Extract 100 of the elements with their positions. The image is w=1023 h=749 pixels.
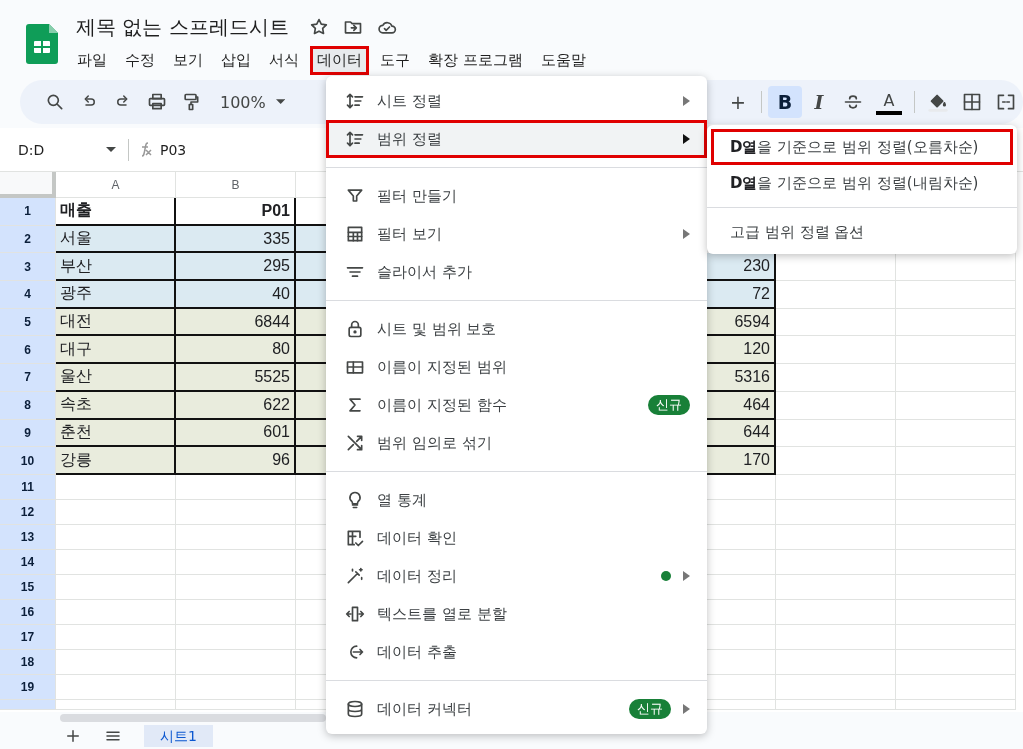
header-cell: 매출 bbox=[56, 198, 176, 226]
table-cell: 5525 bbox=[176, 364, 296, 392]
row-header[interactable]: 10 bbox=[0, 447, 56, 475]
sheet-tab[interactable]: 시트1 bbox=[144, 724, 213, 747]
row-header[interactable]: 13 bbox=[0, 524, 56, 550]
new-badge: 신규 bbox=[648, 395, 690, 415]
menu-item[interactable]: 고급 범위 정렬 옵션 bbox=[711, 214, 1013, 250]
document-title[interactable]: 제목 없는 스프레드시트 bbox=[76, 13, 289, 41]
table-cell: 72 bbox=[707, 281, 776, 309]
zoom-dropdown[interactable]: 100% bbox=[212, 86, 294, 118]
table-cell: 601 bbox=[176, 419, 296, 448]
wand-icon bbox=[345, 566, 365, 586]
row-header[interactable]: 16 bbox=[0, 599, 56, 625]
menu-item[interactable]: 데이터 추출 bbox=[326, 633, 707, 671]
menu-item[interactable]: 도구 bbox=[373, 46, 417, 75]
row-header[interactable]: 9 bbox=[0, 419, 56, 448]
table-cell: 464 bbox=[707, 391, 776, 420]
row-header[interactable]: 8 bbox=[0, 391, 56, 420]
table-cell: 6844 bbox=[176, 308, 296, 337]
table-cell: 대전 bbox=[56, 308, 176, 337]
row-header[interactable]: 3 bbox=[0, 253, 56, 282]
function-icon bbox=[141, 142, 152, 157]
menu-item[interactable]: 파일 bbox=[70, 46, 114, 75]
formula-text[interactable]: P03 bbox=[160, 141, 187, 158]
caret-icon bbox=[106, 146, 116, 153]
menu-item[interactable]: 이름이 지정된 범위 bbox=[326, 348, 707, 386]
menu-item[interactable]: 데이터 정리 bbox=[326, 557, 707, 595]
menu-item[interactable]: D열을 기준으로 범위 정렬(내림차순) bbox=[711, 165, 1013, 201]
row-header[interactable]: 11 bbox=[0, 474, 56, 500]
menu-item[interactable]: 슬라이서 추가 bbox=[326, 253, 707, 291]
row-header[interactable]: 14 bbox=[0, 549, 56, 575]
menu-item[interactable]: D열을 기준으로 범위 정렬(오름차순) bbox=[711, 129, 1013, 165]
checklist-icon bbox=[345, 528, 365, 548]
print-icon bbox=[147, 92, 167, 112]
table-cell: 강릉 bbox=[56, 447, 176, 475]
header-cell: P01 bbox=[176, 198, 296, 226]
table-cell: 40 bbox=[176, 281, 296, 309]
menu-item[interactable]: 범위 임의로 섞기 bbox=[326, 424, 707, 462]
sort-icon bbox=[345, 129, 365, 149]
italic-button[interactable]: I bbox=[802, 86, 836, 118]
shuffle-icon bbox=[345, 433, 365, 453]
table-cell: 644 bbox=[707, 419, 776, 448]
menu-item[interactable]: 서식 bbox=[262, 46, 306, 75]
row-header[interactable]: 19 bbox=[0, 674, 56, 700]
row-header[interactable]: 17 bbox=[0, 624, 56, 650]
row-header[interactable]: 18 bbox=[0, 649, 56, 675]
table-cell: 춘천 bbox=[56, 419, 176, 448]
menu-item[interactable]: 열 통계 bbox=[326, 481, 707, 519]
table-cell: 5316 bbox=[707, 364, 776, 392]
menu-item[interactable]: 데이터 커넥터 신규 bbox=[326, 690, 707, 728]
table-cell: 230 bbox=[707, 253, 776, 282]
strikethrough-icon bbox=[843, 92, 863, 112]
table-cell: 96 bbox=[176, 447, 296, 475]
row-header[interactable]: 4 bbox=[0, 281, 56, 309]
menu-item[interactable]: 필터 만들기 bbox=[326, 177, 707, 215]
text-color-button[interactable]: A bbox=[876, 89, 902, 115]
star-icon[interactable] bbox=[308, 17, 329, 37]
bold-button[interactable]: B bbox=[768, 86, 802, 118]
menu-item[interactable]: 삽입 bbox=[214, 46, 258, 75]
split-arrows-icon bbox=[345, 604, 365, 624]
row-header[interactable]: 5 bbox=[0, 308, 56, 337]
menu-item[interactable]: 데이터 확인 bbox=[326, 519, 707, 557]
new-badge: 신규 bbox=[629, 699, 671, 719]
name-box[interactable]: D:D bbox=[18, 141, 118, 158]
menu-item[interactable]: 보기 bbox=[166, 46, 210, 75]
sheets-logo[interactable] bbox=[26, 24, 58, 64]
paint-format-icon bbox=[181, 92, 201, 112]
menu-item[interactable]: 시트 및 범위 보호 bbox=[326, 310, 707, 348]
table-cell: 335 bbox=[176, 225, 296, 254]
row-header[interactable]: 7 bbox=[0, 364, 56, 392]
menu-item[interactable]: 범위 정렬 bbox=[326, 120, 707, 158]
row-header[interactable]: 2 bbox=[0, 225, 56, 254]
horizontal-scrollbar[interactable] bbox=[60, 714, 326, 722]
menu-item[interactable]: 도움말 bbox=[533, 46, 593, 75]
menu-item[interactable]: 텍스트를 열로 분할 bbox=[326, 595, 707, 633]
column-header[interactable]: A bbox=[56, 172, 176, 198]
table-icon bbox=[345, 224, 365, 244]
row-header[interactable]: 6 bbox=[0, 336, 56, 365]
table-cell: 6594 bbox=[707, 308, 776, 337]
lock-icon bbox=[345, 319, 365, 339]
menu-item[interactable]: 확장 프로그램 bbox=[421, 46, 530, 75]
table-cell: 울산 bbox=[56, 364, 176, 392]
menu-item[interactable]: 수정 bbox=[118, 46, 162, 75]
menu-item[interactable]: 필터 보기 bbox=[326, 215, 707, 253]
column-header[interactable]: B bbox=[176, 172, 296, 198]
caret-icon bbox=[275, 99, 286, 105]
database-icon bbox=[345, 699, 365, 719]
merge-cells-icon bbox=[996, 92, 1016, 112]
table-cell: 서울 bbox=[56, 225, 176, 254]
table-cell: 170 bbox=[707, 447, 776, 475]
search-icon bbox=[45, 92, 65, 112]
borders-icon bbox=[962, 92, 982, 112]
menu-item[interactable]: 데이터 bbox=[310, 46, 369, 75]
row-header[interactable]: 15 bbox=[0, 574, 56, 600]
menu-item[interactable]: 시트 정렬 bbox=[326, 82, 707, 120]
row-header[interactable]: 12 bbox=[0, 499, 56, 525]
table-cell: 622 bbox=[176, 391, 296, 420]
increase-font-size-button[interactable]: + bbox=[721, 86, 755, 118]
row-header[interactable]: 1 bbox=[0, 198, 56, 226]
menu-item[interactable]: 이름이 지정된 함수 신규 bbox=[326, 386, 707, 424]
